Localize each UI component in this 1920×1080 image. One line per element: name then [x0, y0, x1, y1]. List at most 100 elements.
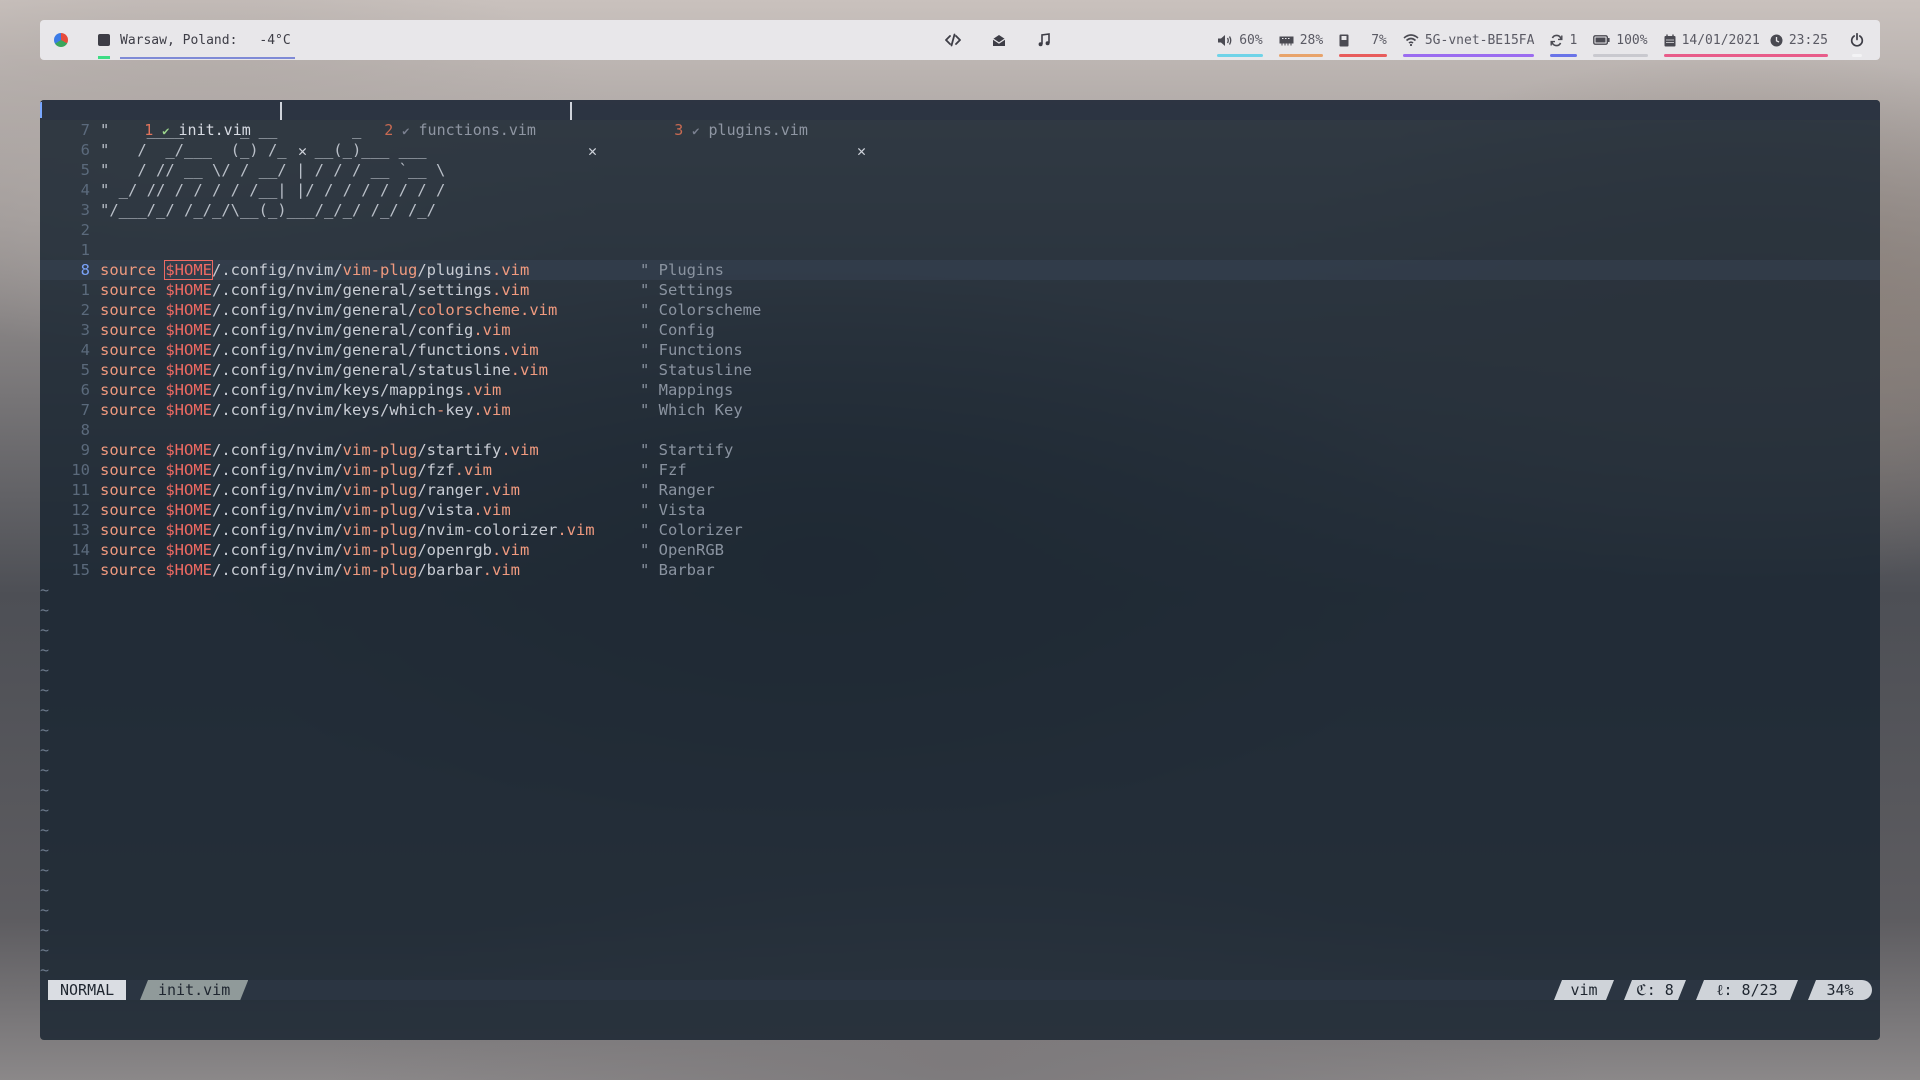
- line-number: 9: [80, 441, 90, 459]
- path: /.config/nvim/general/statusline: [212, 361, 511, 379]
- tab-init-vim[interactable]: 1 ✔ init.vim ✕: [90, 100, 320, 160]
- env-variable: $HOME: [165, 341, 213, 359]
- storage-module[interactable]: 7%: [1339, 20, 1387, 60]
- comment: " Statusline: [640, 361, 752, 379]
- updates-module[interactable]: 1: [1550, 20, 1578, 60]
- line-number: 3: [80, 321, 90, 339]
- weather-widget[interactable]: Warsaw, Poland: -4°C: [120, 33, 295, 59]
- editor-buffer[interactable]: 7 " ____ _ __ _ 6 " / _/___ (_) /_ __(_)__…: [40, 120, 1880, 980]
- code-text: source $HOME/.config/nvim/vim-plug/barba…: [100, 560, 520, 580]
- code-line: 2: [40, 220, 1880, 240]
- comment: " Fzf: [640, 461, 687, 479]
- updates-underline: [1550, 54, 1578, 57]
- buffer-tabline: 1 ✔ init.vim ✕ 2 ✔ functions.vim ✕ 3 ✔ p…: [40, 100, 1880, 160]
- line-number: 6: [80, 141, 90, 159]
- comment: " Functions: [640, 341, 743, 359]
- tilde-marker: ~: [40, 641, 50, 659]
- path: /fzf: [417, 461, 455, 479]
- line-number: 2: [80, 301, 90, 319]
- env-variable: $HOME: [165, 281, 213, 299]
- path: /.config/nvim/general/config: [212, 321, 474, 339]
- path: key: [445, 401, 474, 419]
- env-variable: $HOME: [165, 401, 213, 419]
- tab-plugins-vim[interactable]: 3 ✔ plugins.vim ✕: [620, 100, 890, 160]
- path: /ranger: [417, 481, 483, 499]
- keyword: source: [100, 361, 156, 379]
- wifi-module[interactable]: 5G-vnet-BE15FA: [1402, 20, 1535, 60]
- keyword: source: [100, 561, 156, 579]
- memory-underline: [1278, 54, 1324, 57]
- code-line: 5 " / // __ \/ / __/ | / / / __ `__ \: [40, 160, 1880, 180]
- datetime-module[interactable]: 14/01/2021 23:25: [1663, 20, 1828, 60]
- battery-icon: [1593, 35, 1610, 45]
- tilde-marker: ~: [40, 761, 50, 779]
- music-icon[interactable]: [1037, 33, 1051, 47]
- wifi-underline: [1402, 54, 1535, 57]
- code-line: 4 " _/ // / / / / /__| |/ / / / / / / /: [40, 180, 1880, 200]
- storage-usage: 7%: [1371, 32, 1387, 48]
- env-variable: $HOME: [165, 321, 213, 339]
- path-highlight: vim-plug: [342, 441, 418, 459]
- env-variable: $HOME: [165, 361, 213, 379]
- code-line: 6 " / _/___ (_) /_ __(_)___ ___: [40, 140, 1880, 160]
- keyword: source: [100, 381, 156, 399]
- line-number: 6: [80, 381, 90, 399]
- code-text: source $HOME/.config/nvim/vim-plug/plugi…: [100, 260, 529, 280]
- ascii-art-text: " _/ // / / / / /__| |/ / / / / / / /: [100, 181, 446, 199]
- code-text: source $HOME/.config/nvim/general/colors…: [100, 300, 557, 320]
- code-line: 3 source $HOME/.config/nvim/general/confi…: [40, 320, 1880, 340]
- launcher-logo-icon[interactable]: [54, 33, 68, 47]
- code-text: source $HOME/.config/nvim/vim-plug/vista…: [100, 500, 511, 520]
- extension: .vim: [473, 321, 511, 339]
- tilde-marker: ~: [40, 881, 50, 899]
- battery-module[interactable]: 100%: [1593, 20, 1648, 60]
- line-number: 10: [71, 461, 90, 479]
- code-editor-icon[interactable]: [945, 33, 961, 47]
- code-line: 1 source $HOME/.config/nvim/general/setti…: [40, 280, 1880, 300]
- path: /.config/nvim/general/: [212, 301, 418, 319]
- env-variable: $HOME: [165, 461, 213, 479]
- code-line: 10 source $HOME/.config/nvim/vim-plug/fzf…: [40, 460, 1880, 480]
- path: /.config/nvim/: [212, 461, 343, 479]
- code-line: 14 source $HOME/.config/nvim/vim-plug/ope…: [40, 540, 1880, 560]
- path: /openrgb: [417, 541, 492, 559]
- updates-count: 1: [1569, 32, 1578, 48]
- battery-level: 100%: [1616, 32, 1648, 48]
- path: /.config/nvim/: [212, 541, 343, 559]
- top-bar-left: Warsaw, Poland: -4°C: [54, 20, 295, 60]
- code-text: source $HOME/.config/nvim/vim-plug/start…: [100, 440, 539, 460]
- comment: " Config: [640, 321, 715, 339]
- path-highlight: vim-plug: [342, 541, 418, 559]
- code-line: 1: [40, 240, 1880, 260]
- comment: " Colorizer: [640, 521, 743, 539]
- tab-separator: [570, 102, 572, 120]
- code-line: 3 "/___/_/ /_/_/\__(_)___/_/_/ /_/ /_/: [40, 200, 1880, 220]
- status-filename: init.vim: [140, 980, 248, 1000]
- ascii-art-text: " / _/___ (_) /_ __(_)___ ___: [100, 141, 427, 159]
- path-highlight: vim-plug: [342, 521, 418, 539]
- env-variable: $HOME: [165, 521, 213, 539]
- memory-module[interactable]: 28%: [1278, 20, 1324, 60]
- code-line: 7 " ____ _ __ _: [40, 120, 1880, 140]
- volume-module[interactable]: 60%: [1217, 20, 1263, 60]
- line-number: 1: [80, 241, 90, 259]
- volume-underline: [1217, 54, 1263, 57]
- extension: .vim: [473, 501, 511, 519]
- speaker-icon: [1217, 34, 1233, 47]
- mail-icon[interactable]: [991, 33, 1007, 47]
- empty-buffer-filler: ~ ~ ~ ~ ~ ~ ~ ~ ~ ~ ~ ~ ~ ~ ~ ~ ~ ~ ~ ~: [40, 580, 1880, 980]
- line-number: 1: [80, 281, 90, 299]
- power-module[interactable]: [1850, 20, 1864, 60]
- line-number: 14: [71, 541, 90, 559]
- tab-separator: [280, 102, 282, 120]
- line-number: 11: [71, 481, 90, 499]
- path: /startify: [417, 441, 502, 459]
- comment: " Startify: [640, 441, 734, 459]
- memory-usage: 28%: [1299, 32, 1324, 48]
- tab-functions-vim[interactable]: 2 ✔ functions.vim ✕: [330, 100, 610, 160]
- neovim-window[interactable]: 1 ✔ init.vim ✕ 2 ✔ functions.vim ✕ 3 ✔ p…: [40, 100, 1880, 1040]
- code-line: 2 source $HOME/.config/nvim/general/color…: [40, 300, 1880, 320]
- workspace-indicator[interactable]: [98, 34, 110, 59]
- env-variable-cursor: $HOME: [164, 260, 214, 280]
- extension: .vim: [491, 281, 530, 299]
